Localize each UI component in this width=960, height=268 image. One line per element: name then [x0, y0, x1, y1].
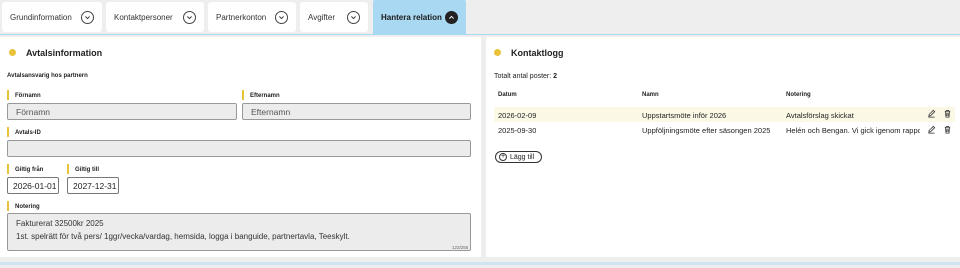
tab-kontaktpersoner[interactable]: Kontaktpersoner [106, 2, 204, 32]
total-count: Totalt antal poster: 2 [494, 73, 557, 80]
table-row[interactable]: 2025-09-30 Uppföljningsmöte efter säsong… [494, 123, 955, 138]
chevron-down-icon [347, 10, 360, 24]
tab-label: Partnerkonton [216, 12, 267, 22]
note-line: Fakturerat 32500kr 2025 [16, 219, 104, 228]
field-marker [67, 164, 69, 174]
section-dot-icon [9, 49, 16, 56]
row-date: 2026-02-09 [498, 111, 537, 120]
trash-icon[interactable] [943, 125, 952, 134]
tab-grundinformation[interactable]: Grundinformation [2, 2, 102, 32]
tab-label: Hantera relation [381, 13, 442, 22]
field-marker [242, 90, 244, 100]
field-marker [7, 164, 9, 174]
tab-label: Grundinformation [10, 12, 72, 22]
field-marker [7, 127, 9, 137]
last-name-field[interactable]: Efternamn [242, 103, 471, 120]
valid-to-label: Giltig till [75, 167, 99, 173]
tab-label: Kontaktpersoner [114, 12, 173, 22]
row-name: Uppstartsmöte inför 2026 [642, 111, 727, 120]
note-label: Notering [15, 204, 40, 210]
chevron-down-icon [275, 10, 288, 24]
field-marker [7, 90, 9, 100]
trash-icon[interactable] [943, 109, 952, 118]
section-dot-icon [494, 49, 501, 56]
agreement-id-field[interactable] [7, 140, 471, 157]
first-name-field[interactable]: Förnamn [7, 103, 237, 120]
agreement-title: Avtalsinformation [26, 48, 103, 58]
agreement-id-label: Avtals-ID [15, 130, 41, 136]
edit-icon[interactable] [927, 109, 936, 118]
note-line: 1st. spelrätt för två pers/ 1ggr/vecka/v… [16, 232, 350, 241]
edit-icon[interactable] [927, 125, 936, 134]
plus-icon: + [499, 153, 507, 161]
total-value: 2 [553, 73, 558, 80]
column-header-name[interactable]: Namn [642, 92, 659, 98]
row-note: Helén och Bengan. Vi gick igenom rapport… [786, 126, 920, 135]
field-marker [7, 201, 9, 211]
contact-log-title: Kontaktlogg [511, 48, 564, 58]
note-textarea[interactable]: Fakturerat 32500kr 2025 1st. spelrätt fö… [7, 213, 471, 251]
valid-to-date-field[interactable]: 2027-12-31 [67, 177, 119, 194]
add-button-label: Lägg till [510, 153, 535, 161]
table-row[interactable]: 2026-02-09 Uppstartsmöte inför 2026 Avta… [494, 107, 955, 122]
row-note: Avtalsförslag skickat [786, 111, 854, 120]
total-label: Totalt antal poster: [494, 73, 552, 80]
chevron-down-icon [183, 10, 196, 24]
contact-log-panel [486, 37, 960, 257]
tab-bar: Grundinformation Kontaktpersoner Partner… [0, 0, 960, 36]
tab-partnerkonton[interactable]: Partnerkonton [208, 2, 296, 32]
tab-hantera-relation[interactable]: Hantera relation [373, 0, 466, 35]
column-header-note[interactable]: Notering [786, 92, 811, 98]
row-date: 2025-09-30 [498, 126, 537, 135]
section-label: Avtalsansvarig hos partnern [7, 73, 88, 79]
column-header-date[interactable]: Datum [498, 92, 517, 98]
character-counter: 123/255 [452, 245, 469, 250]
chevron-down-icon [81, 10, 94, 24]
last-name-label: Efternamn [250, 93, 280, 99]
chevron-up-icon [445, 11, 458, 24]
tab-label: Avgifter [308, 12, 335, 22]
valid-from-date-field[interactable]: 2026-01-01 [7, 177, 59, 194]
row-name: Uppföljningsmöte efter säsongen 2025 [642, 126, 771, 135]
valid-from-label: Giltig från [15, 167, 44, 173]
tab-avgifter[interactable]: Avgifter [300, 2, 368, 32]
add-button[interactable]: + Lägg till [495, 151, 542, 163]
first-name-label: Förnamn [15, 93, 41, 99]
bottom-divider [0, 262, 960, 265]
tab-underline [0, 34, 960, 35]
